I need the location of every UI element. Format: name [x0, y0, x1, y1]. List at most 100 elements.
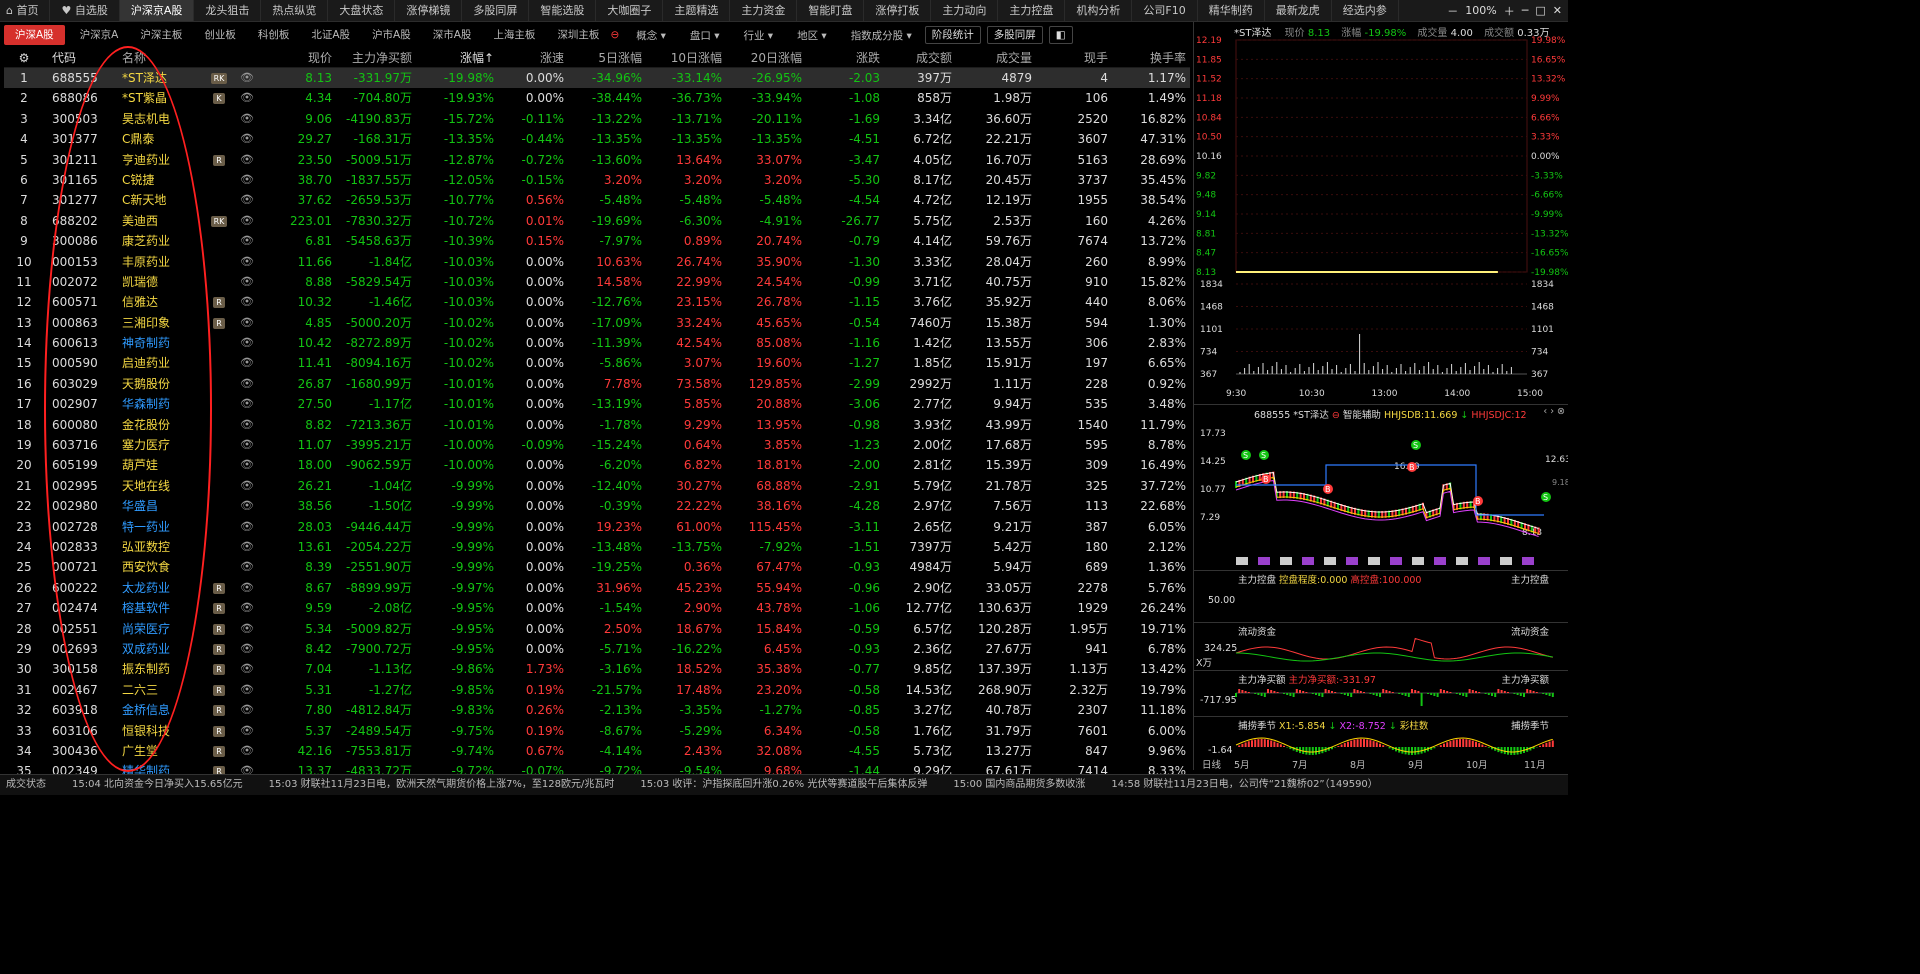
status-item[interactable]: 15:03 收评：沪指探底回升涨0.26% 光伏等赛道股午后集体反弹	[640, 779, 927, 790]
table-row[interactable]: 20 605199 葫芦娃 👁 18.00 -9062.59万 -10.00% 0.00% -6…	[4, 455, 1190, 475]
eye-icon[interactable]: 👁	[236, 721, 258, 741]
subtab-more-icon[interactable]: ⊖	[610, 29, 619, 41]
eye-icon[interactable]: 👁	[236, 680, 258, 700]
table-row[interactable]: 25 000721 西安饮食 👁 8.39 -2551.90万 -9.99% 0.00% -19…	[4, 557, 1190, 577]
column-header[interactable]: 20日涨幅	[724, 48, 802, 68]
settings-icon[interactable]: ⚙	[4, 48, 44, 68]
stock-name[interactable]: C锐捷	[122, 170, 210, 190]
eye-icon[interactable]: 👁	[236, 455, 258, 475]
column-header[interactable]: 5日涨幅	[566, 48, 642, 68]
eye-icon[interactable]: 👁	[236, 313, 258, 333]
subtab-button[interactable]: 多股同屏	[986, 26, 1043, 44]
eye-icon[interactable]: 👁	[236, 374, 258, 394]
table-row[interactable]: 27 002474 榕基软件 R 👁 9.59 -2.08亿 -9.95% 0.00% -1.54…	[4, 598, 1190, 618]
table-row[interactable]: 33 603106 恒银科技 R 👁 5.37 -2489.54万 -9.75% 0.19% -8…	[4, 721, 1190, 741]
eye-icon[interactable]: 👁	[236, 353, 258, 373]
topnav-item[interactable]: 主力资金	[730, 0, 798, 21]
filter-dropdown[interactable]: 行业 ▾	[736, 28, 780, 43]
stock-name[interactable]: 天鹅股份	[122, 374, 210, 394]
stock-name[interactable]: 美迪西	[122, 211, 210, 231]
stock-name[interactable]: 尚荣医疗	[122, 619, 210, 639]
table-row[interactable]: 12 600571 信雅达 R 👁 10.32 -1.46亿 -10.03% 0.00% -12.…	[4, 292, 1190, 312]
eye-icon[interactable]: 👁	[236, 598, 258, 618]
eye-icon[interactable]: 👁	[236, 190, 258, 210]
table-row[interactable]: 2 688086 *ST紫晶 K 👁 4.34 -704.80万 -19.93% 0.00% -3…	[4, 88, 1190, 108]
eye-icon[interactable]: 👁	[236, 619, 258, 639]
table-row[interactable]: 23 002728 特一药业 👁 28.03 -9446.44万 -9.99% 0.00% 19…	[4, 517, 1190, 537]
column-header[interactable]: 现手	[1034, 48, 1108, 68]
table-row[interactable]: 9 300086 康芝药业 👁 6.81 -5458.63万 -10.39% 0.15% -7.…	[4, 231, 1190, 251]
stock-name[interactable]: 太龙药业	[122, 578, 210, 598]
subtab-button[interactable]: 阶段统计	[924, 26, 981, 44]
stock-name[interactable]: 葫芦娃	[122, 455, 210, 475]
stock-name[interactable]: C鼎泰	[122, 129, 210, 149]
stock-name[interactable]: 塞力医疗	[122, 435, 210, 455]
topnav-item[interactable]: 智能盯盘	[797, 0, 865, 21]
eye-icon[interactable]: 👁	[236, 517, 258, 537]
table-row[interactable]: 18 600080 金花股份 👁 8.82 -7213.36万 -10.01% 0.00% -1…	[4, 415, 1190, 435]
eye-icon[interactable]: 👁	[236, 537, 258, 557]
table-row[interactable]: 14 600613 神奇制药 👁 10.42 -8272.89万 -10.02% 0.00% -…	[4, 333, 1190, 353]
stock-name[interactable]: 华森制药	[122, 394, 210, 414]
stock-name[interactable]: 启迪药业	[122, 353, 210, 373]
table-row[interactable]: 24 002833 弘亚数控 👁 13.61 -2054.22万 -9.99% 0.00% -1…	[4, 537, 1190, 557]
subtab-item[interactable]: 科创板	[247, 25, 301, 45]
flow-panel[interactable]: 流动资金 流动资金 324.25 X万	[1194, 622, 1568, 670]
eye-icon[interactable]: 👁	[236, 272, 258, 292]
stock-name[interactable]: C新天地	[122, 190, 210, 210]
eye-icon[interactable]: 👁	[236, 68, 258, 88]
stock-name[interactable]: 振东制药	[122, 659, 210, 679]
eye-icon[interactable]: 👁	[236, 415, 258, 435]
topnav-item[interactable]: 主力动向	[931, 0, 999, 21]
zoom-out-icon[interactable]: －	[1447, 3, 1458, 19]
eye-icon[interactable]: 👁	[236, 700, 258, 720]
eye-icon[interactable]: 👁	[236, 557, 258, 577]
eye-icon[interactable]: 👁	[236, 129, 258, 149]
topnav-item[interactable]: 精华制药	[1198, 0, 1265, 21]
stock-name[interactable]: 华盛昌	[122, 496, 210, 516]
stock-name[interactable]: 康芝药业	[122, 231, 210, 251]
subtab-item[interactable]: 创业板	[193, 25, 247, 45]
intraday-chart[interactable]: *ST泽达 现价 8.13 涨幅 -19.98% 成交量 4.00 成交额 0.…	[1194, 22, 1568, 404]
table-row[interactable]: 1 688555 *ST泽达 RK 👁 8.13 -331.97万 -19.98% 0.00% -…	[4, 68, 1190, 89]
zoom-in-icon[interactable]: ＋	[1504, 3, 1515, 19]
status-item[interactable]: 15:04 北向资金今日净买入15.65亿元	[72, 779, 243, 790]
topnav-item[interactable]: 涨停梯镜	[395, 0, 463, 21]
table-row[interactable]: 13 000863 三湘印象 R 👁 4.85 -5000.20万 -10.02% 0.00% -…	[4, 313, 1190, 333]
eye-icon[interactable]: 👁	[236, 578, 258, 598]
stock-name[interactable]: 广生堂	[122, 741, 210, 761]
subtab-item[interactable]: 沪深A股	[4, 25, 65, 45]
filter-dropdown[interactable]: 指数成分股 ▾	[844, 28, 919, 43]
month-tick[interactable]: 日线	[1202, 757, 1221, 771]
column-header[interactable]: 主力净买额	[336, 48, 412, 68]
control-panel[interactable]: 主力控盘 控盘程度:0.000 高控盘:100.000 主力控盘 50.00	[1194, 570, 1568, 622]
eye-icon[interactable]: 👁	[236, 639, 258, 659]
table-row[interactable]: 3 300503 昊志机电 👁 9.06 -4190.83万 -15.72% -0.11% -1…	[4, 109, 1190, 129]
status-item[interactable]: 成交状态	[6, 779, 46, 790]
table-row[interactable]: 34 300436 广生堂 R 👁 42.16 -7553.81万 -9.74% 0.67% -4…	[4, 741, 1190, 761]
stock-name[interactable]: 二六三	[122, 680, 210, 700]
table-row[interactable]: 10 000153 丰原药业 👁 11.66 -1.84亿 -10.03% 0.00% 10.6…	[4, 252, 1190, 272]
panel-toggle-icon[interactable]: ◧	[1048, 26, 1073, 44]
eye-icon[interactable]: 👁	[236, 231, 258, 251]
status-item[interactable]: 15:00 国内商品期货多数收涨	[953, 779, 1085, 790]
topnav-item[interactable]: 大盘状态	[328, 0, 396, 21]
eye-icon[interactable]: 👁	[236, 292, 258, 312]
table-row[interactable]: 26 600222 太龙药业 R 👁 8.67 -8899.99万 -9.97% 0.00% 31…	[4, 578, 1190, 598]
stock-name[interactable]: 丰原药业	[122, 252, 210, 272]
column-header[interactable]: 换手率	[1110, 48, 1186, 68]
column-header[interactable]: 10日涨幅	[644, 48, 722, 68]
column-header[interactable]: 成交额	[882, 48, 952, 68]
eye-icon[interactable]: 👁	[236, 211, 258, 231]
stock-name[interactable]: 恒银科技	[122, 721, 210, 741]
close-icon[interactable]: ✕	[1553, 4, 1562, 17]
topnav-item[interactable]: 热点纵览	[261, 0, 329, 21]
table-row[interactable]: 19 603716 塞力医疗 👁 11.07 -3995.21万 -10.00% -0.09%…	[4, 435, 1190, 455]
season-panel[interactable]: 捕捞季节 X1:-5.854 ↓ X2:-8.752 ↓ 彩柱数 捕捞季节 -1…	[1194, 716, 1568, 771]
topnav-item[interactable]: ♥ 自选股	[50, 0, 120, 21]
topnav-item[interactable]: 公司F10	[1132, 0, 1198, 21]
subtab-item[interactable]: 沪深主板	[129, 25, 193, 45]
eye-icon[interactable]: 👁	[236, 333, 258, 353]
topnav-item[interactable]: 智能选股	[529, 0, 597, 21]
stock-name[interactable]: 双成药业	[122, 639, 210, 659]
